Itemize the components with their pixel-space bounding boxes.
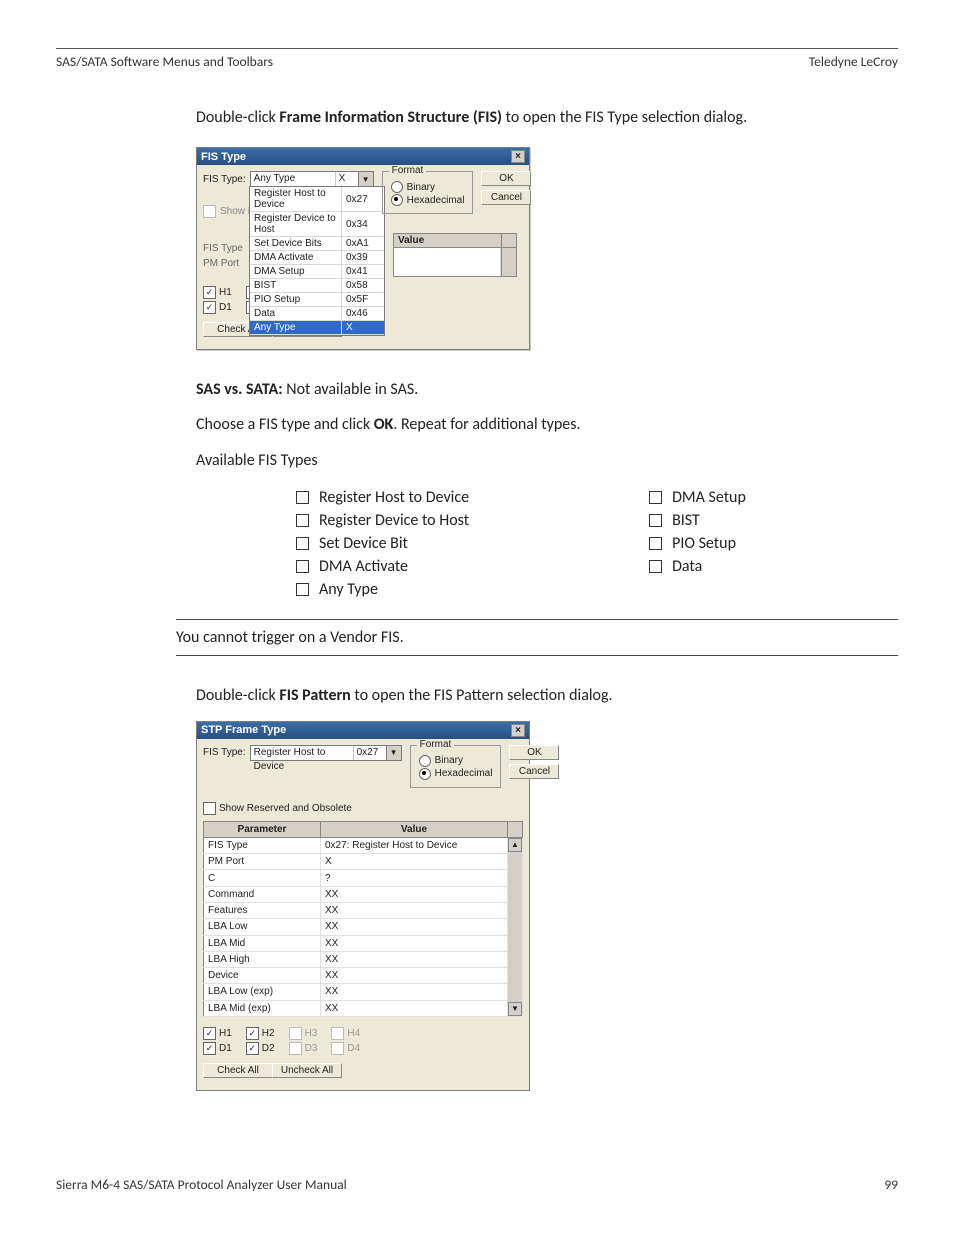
footer-page-number: 99: [884, 1176, 898, 1193]
list-item: Any Type: [296, 580, 469, 599]
check-d2[interactable]: ✓D2: [246, 1042, 275, 1055]
check-all-button-2[interactable]: Check All: [203, 1063, 273, 1078]
table-row[interactable]: LBA Low (exp)XX: [204, 984, 523, 1000]
dropdown-option[interactable]: Data0x46: [250, 307, 384, 321]
dialog2-title: STP Frame Type: [201, 724, 286, 736]
format-binary-radio[interactable]: Binary: [391, 181, 465, 193]
host-device-checks-2: ✓H1 ✓H2 H3 H4 ✓D1 ✓D2 D3 D4: [203, 1027, 523, 1055]
format-hex-radio[interactable]: Hexadecimal: [391, 194, 465, 206]
close-icon[interactable]: ×: [511, 724, 525, 737]
dropdown-option[interactable]: Any TypeX: [250, 321, 384, 335]
chevron-down-icon[interactable]: ▼: [358, 172, 373, 186]
table-row[interactable]: FIS Type0x27: Register Host to Device▲▼: [204, 837, 523, 853]
check-h3[interactable]: H3: [289, 1027, 318, 1040]
available-heading: Available FIS Types: [196, 449, 898, 472]
page-header: SAS/SATA Software Menus and Toolbars Tel…: [56, 48, 898, 70]
format-group-2: Format Binary Hexadecimal: [410, 745, 502, 788]
scrollbar[interactable]: ▲▼: [508, 837, 523, 1016]
chevron-down-icon[interactable]: ▼: [386, 746, 401, 760]
check-d1[interactable]: ✓D1: [203, 301, 232, 314]
fis-type-dialog: FIS Type × FIS Type: Any Type X ▼: [196, 147, 530, 350]
dialog-titlebar[interactable]: FIS Type ×: [197, 148, 529, 165]
fis-type-label-2: FIS Type:: [203, 747, 246, 758]
sas-vs-sata: SAS vs. SATA: Not available in SAS.: [196, 378, 898, 401]
check-h2[interactable]: ✓H2: [246, 1027, 275, 1040]
value-panel: Value: [393, 233, 517, 277]
table-row[interactable]: PM PortX: [204, 854, 523, 870]
cancel-button-2[interactable]: Cancel: [509, 764, 559, 779]
dropdown-option[interactable]: DMA Activate0x39: [250, 251, 384, 265]
dropdown-option[interactable]: BIST0x58: [250, 279, 384, 293]
fis-type-dropdown[interactable]: Register Host to Device0x27Register Devi…: [249, 186, 385, 336]
check-h4[interactable]: H4: [331, 1027, 360, 1040]
table-row[interactable]: C?: [204, 870, 523, 886]
fis-type-combo[interactable]: Any Type X ▼: [250, 171, 374, 187]
table-row[interactable]: FeaturesXX: [204, 903, 523, 919]
header-right: Teledyne LeCroy: [809, 53, 898, 70]
check-h1[interactable]: ✓H1: [203, 286, 232, 299]
list-item: PIO Setup: [649, 534, 746, 553]
close-icon[interactable]: ×: [511, 150, 525, 163]
list-item: Register Host to Device: [296, 488, 469, 507]
list-item: Set Device Bit: [296, 534, 469, 553]
fis-types-list: Register Host to Device Register Device t…: [296, 484, 898, 603]
show-f-checkbox[interactable]: [203, 205, 216, 218]
check-d1[interactable]: ✓D1: [203, 1042, 232, 1055]
format-hex-radio-2[interactable]: Hexadecimal: [419, 768, 493, 780]
table-row[interactable]: LBA MidXX: [204, 935, 523, 951]
uncheck-all-button-2[interactable]: Uncheck All: [272, 1063, 342, 1078]
dropdown-option[interactable]: Register Host to Device0x27: [250, 187, 384, 212]
table-row[interactable]: DeviceXX: [204, 968, 523, 984]
header-left: SAS/SATA Software Menus and Toolbars: [56, 53, 273, 70]
check-d3[interactable]: D3: [289, 1042, 318, 1055]
note-vendor-fis: You cannot trigger on a Vendor FIS.: [176, 619, 898, 656]
format-group: Format Binary Hexadecimal: [382, 171, 474, 214]
dialog2-titlebar[interactable]: STP Frame Type ×: [197, 722, 529, 739]
dialog-title: FIS Type: [201, 151, 246, 163]
table-row[interactable]: CommandXX: [204, 886, 523, 902]
dropdown-option[interactable]: Set Device Bits0xA1: [250, 237, 384, 251]
intro-paragraph-1: Double-click Frame Information Structure…: [196, 106, 898, 129]
list-item: Register Device to Host: [296, 511, 469, 530]
check-h1[interactable]: ✓H1: [203, 1027, 232, 1040]
dropdown-option[interactable]: DMA Setup0x41: [250, 265, 384, 279]
side-labels: FIS Type PM Port: [203, 239, 243, 273]
table-row[interactable]: LBA Mid (exp)XX: [204, 1000, 523, 1016]
list-item: Data: [649, 557, 746, 576]
parameter-table[interactable]: Parameter Value FIS Type0x27: Register H…: [203, 821, 523, 1017]
check-d4[interactable]: D4: [331, 1042, 360, 1055]
fis-type-combo-2[interactable]: Register Host to Device 0x27 ▼: [250, 745, 402, 761]
list-item: BIST: [649, 511, 746, 530]
list-item: DMA Activate: [296, 557, 469, 576]
choose-para: Choose a FIS type and click OK. Repeat f…: [196, 413, 898, 436]
dropdown-option[interactable]: Register Device to Host0x34: [250, 212, 384, 237]
format-binary-radio-2[interactable]: Binary: [419, 755, 493, 767]
table-row[interactable]: LBA LowXX: [204, 919, 523, 935]
dropdown-option[interactable]: PIO Setup0x5F: [250, 293, 384, 307]
stp-frame-type-dialog: STP Frame Type × FIS Type: Register Host…: [196, 721, 530, 1091]
ok-button[interactable]: OK: [481, 171, 531, 186]
ok-button-2[interactable]: OK: [509, 745, 559, 760]
list-item: DMA Setup: [649, 488, 746, 507]
page-footer: Sierra M6-4 SAS/SATA Protocol Analyzer U…: [56, 1176, 898, 1193]
table-row[interactable]: LBA HighXX: [204, 951, 523, 967]
fis-type-label: FIS Type:: [203, 174, 246, 185]
intro-paragraph-2: Double-click FIS Pattern to open the FIS…: [196, 684, 898, 707]
show-reserved-checkbox[interactable]: Show Reserved and Obsolete: [203, 802, 523, 815]
footer-left: Sierra M6-4 SAS/SATA Protocol Analyzer U…: [56, 1176, 347, 1193]
cancel-button[interactable]: Cancel: [481, 190, 531, 205]
